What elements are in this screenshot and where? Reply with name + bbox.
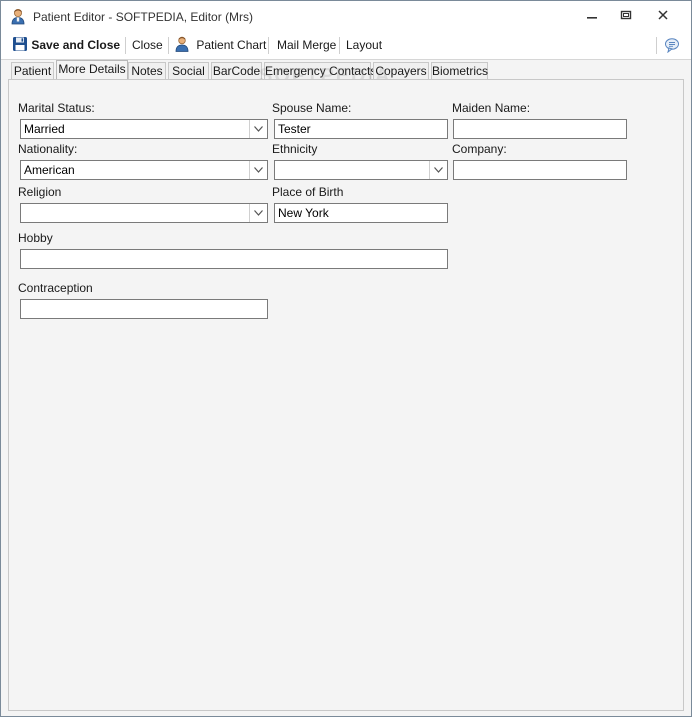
- speech-bubble-icon: [665, 38, 679, 54]
- mail-merge-button[interactable]: Mail Merge: [277, 32, 336, 59]
- maiden-name-label: Maiden Name:: [452, 101, 531, 115]
- close-window-button[interactable]: [648, 6, 678, 28]
- chevron-down-icon[interactable]: [249, 204, 267, 222]
- nationality-select[interactable]: American: [20, 160, 268, 180]
- toolbar-separator: [125, 37, 126, 54]
- patient-chart-icon: [175, 36, 189, 52]
- patient-chart-label: Patient Chart: [196, 38, 267, 52]
- spouse-name-label: Spouse Name:: [272, 101, 352, 115]
- religion-label: Religion: [18, 185, 62, 199]
- window-title: Patient Editor - SOFTPEDIA, Editor (Mrs): [33, 10, 254, 24]
- contraception-label: Contraception: [18, 281, 93, 295]
- tab-patient[interactable]: Patient: [11, 62, 54, 79]
- chevron-down-icon[interactable]: [249, 161, 267, 179]
- tab-copayers[interactable]: Copayers: [373, 62, 429, 79]
- toolbar-separator: [339, 37, 340, 54]
- more-details-panel: Marital Status: Married Spouse Name: Tes…: [8, 79, 684, 711]
- tab-strip: Patient More Details Notes Social BarCod…: [1, 60, 691, 80]
- place-of-birth-input[interactable]: New York: [274, 203, 448, 223]
- toolbar-separator: [656, 37, 657, 54]
- spouse-name-input[interactable]: Tester: [274, 119, 448, 139]
- floppy-disk-icon: [13, 37, 27, 51]
- tab-barcode[interactable]: BarCode: [211, 62, 262, 79]
- nationality-value: American: [24, 163, 75, 177]
- toolbar-separator: [168, 37, 169, 54]
- ethnicity-label: Ethnicity: [272, 142, 318, 156]
- restore-button[interactable]: [611, 6, 641, 28]
- save-and-close-button[interactable]: Save and Close: [12, 32, 120, 59]
- title-bar: Patient Editor - SOFTPEDIA, Editor (Mrs): [1, 1, 691, 32]
- place-of-birth-label: Place of Birth: [272, 185, 344, 199]
- religion-select[interactable]: [20, 203, 268, 223]
- marital-status-label: Marital Status:: [18, 101, 95, 115]
- tab-social[interactable]: Social: [168, 62, 209, 79]
- restore-icon: [620, 10, 632, 20]
- tab-biometrics[interactable]: Biometrics: [431, 62, 488, 79]
- toolbar-separator: [268, 37, 269, 54]
- chevron-down-icon[interactable]: [429, 161, 447, 179]
- tab-emergency-contacts[interactable]: Emergency Contacts: [264, 62, 376, 79]
- nationality-label: Nationality:: [18, 142, 78, 156]
- save-and-close-label: Save and Close: [31, 38, 121, 52]
- patient-chart-button[interactable]: Patient Chart: [175, 32, 266, 59]
- help-chat-button[interactable]: [664, 36, 680, 54]
- maiden-name-input[interactable]: [453, 119, 627, 139]
- marital-status-select[interactable]: Married: [20, 119, 268, 139]
- close-icon: [658, 10, 668, 20]
- contraception-input[interactable]: [20, 299, 268, 319]
- chevron-down-icon[interactable]: [249, 120, 267, 138]
- layout-button[interactable]: Layout: [346, 32, 382, 59]
- ethnicity-select[interactable]: [274, 160, 448, 180]
- hobby-label: Hobby: [18, 231, 53, 245]
- hobby-input[interactable]: [20, 249, 448, 269]
- company-label: Company:: [452, 142, 507, 156]
- minimize-icon: [587, 17, 597, 19]
- patient-icon: [10, 8, 26, 25]
- close-button[interactable]: Close: [132, 32, 163, 59]
- patient-editor-window: Patient Editor - SOFTPEDIA, Editor (Mrs)…: [0, 0, 692, 717]
- minimize-button[interactable]: [577, 6, 607, 28]
- toolbar: Save and Close Close Patient Chart Mail …: [1, 32, 691, 60]
- marital-status-value: Married: [24, 122, 65, 136]
- tab-notes[interactable]: Notes: [128, 62, 166, 79]
- tab-more-details[interactable]: More Details: [56, 60, 128, 80]
- company-input[interactable]: [453, 160, 627, 180]
